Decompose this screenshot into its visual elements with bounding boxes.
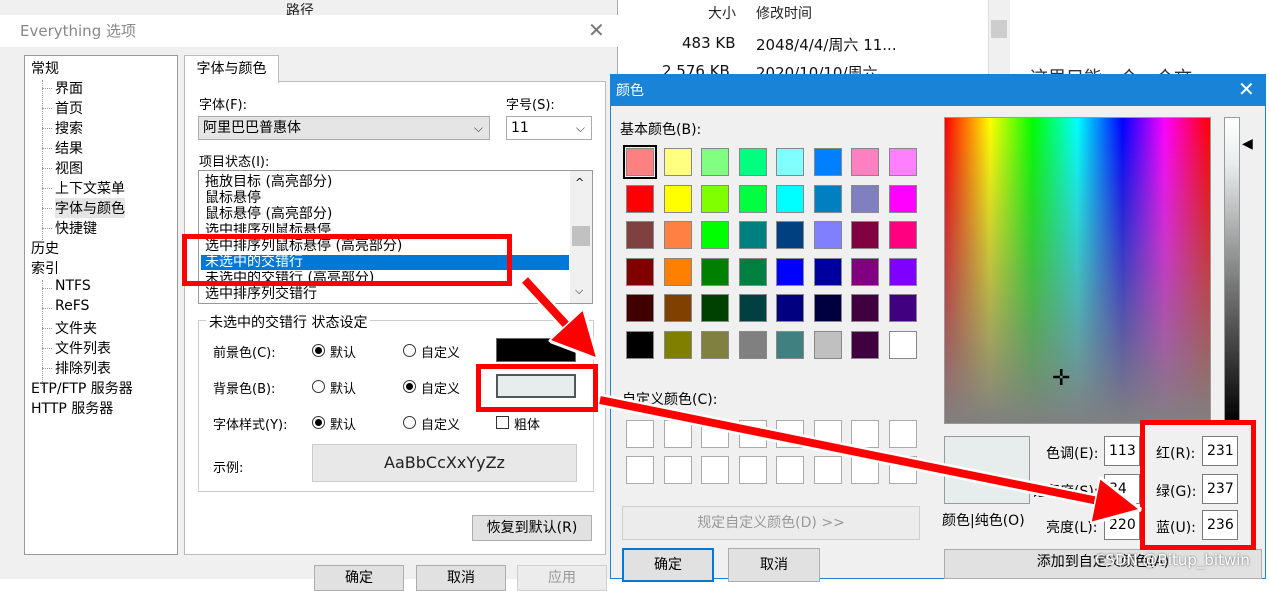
annotation-arrow [599, 396, 1118, 505]
watermark: CSDN @Bitup_bitwin [1095, 551, 1250, 569]
annotation-arrows [520, 275, 1269, 579]
annotation-arrow [522, 277, 582, 342]
